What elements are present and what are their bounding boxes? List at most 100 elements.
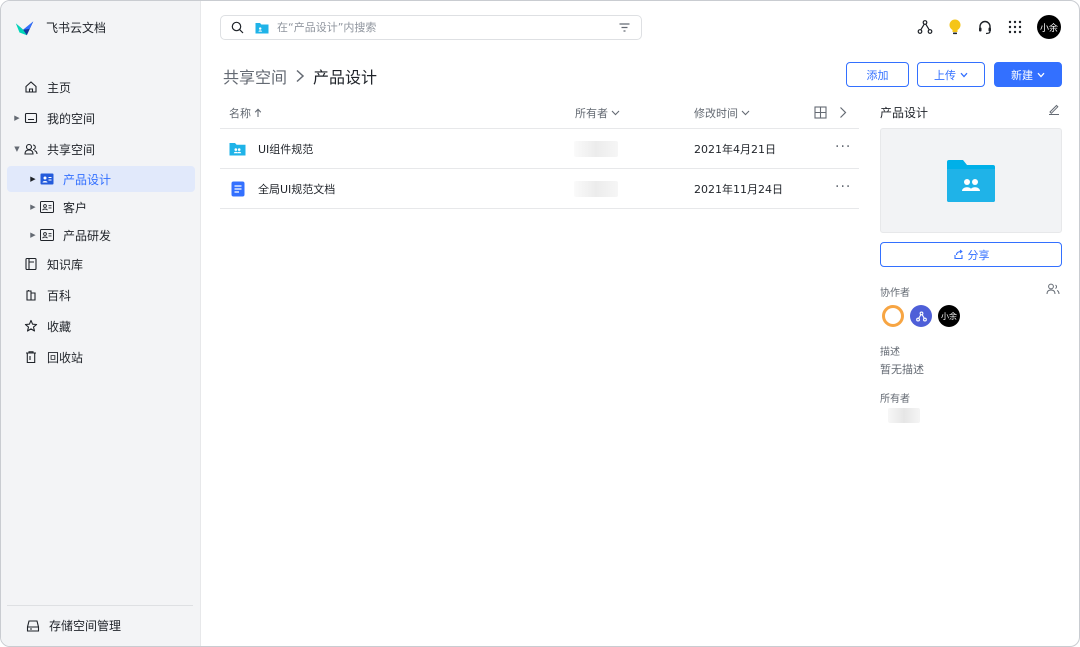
share-button[interactable]: 分享 <box>880 242 1062 267</box>
upload-button-label: 上传 <box>934 68 956 82</box>
avatar[interactable] <box>910 305 932 327</box>
app-window: 飞书云文档 主页 ▶ 我的空间 ▼ 共享空间 ▶ 产品设计 ▶ 客户 ▶ 产品研… <box>0 0 1080 647</box>
file-name[interactable]: UI组件规范 <box>258 141 313 157</box>
owner-avatar-blurred <box>574 140 618 157</box>
caret-right-icon[interactable]: ▶ <box>27 203 39 211</box>
caret-right-icon[interactable]: ▶ <box>11 114 23 122</box>
file-table: 名称 所有者 修改时间 UI组件规范 2021年4月21日 ··· 全局UI规范… <box>220 97 859 209</box>
shared-folder-icon <box>947 159 995 202</box>
shared-space-icon <box>23 141 39 157</box>
org-structure-icon[interactable] <box>915 15 935 39</box>
sidebar-item-label: 共享空间 <box>47 142 96 157</box>
feishu-logo-icon <box>15 21 34 36</box>
help-headset-icon[interactable] <box>975 15 995 39</box>
lightbulb-icon[interactable] <box>945 15 965 39</box>
chevron-right-icon[interactable] <box>839 106 847 119</box>
sidebar-item-label: 主页 <box>47 80 72 95</box>
brand[interactable]: 飞书云文档 <box>14 15 106 39</box>
sidebar-item-product-rnd[interactable]: ▶ 产品研发 <box>7 222 195 248</box>
description-label: 描述 <box>880 347 900 358</box>
grid-view-icon[interactable] <box>814 106 827 119</box>
sidebar-item-label: 客户 <box>63 200 88 215</box>
panel-title: 产品设计 <box>880 106 929 120</box>
sidebar-item-customers[interactable]: ▶ 客户 <box>7 194 195 220</box>
modified-date: 2021年4月21日 <box>694 142 776 156</box>
sidebar-item-label: 百科 <box>47 288 72 303</box>
sidebar-item-my-space[interactable]: ▶ 我的空间 <box>7 104 195 132</box>
description-value: 暂无描述 <box>880 363 924 376</box>
chevron-down-icon <box>1037 72 1045 78</box>
page-title: 产品设计 <box>313 68 378 87</box>
share-icon <box>953 249 963 260</box>
caret-right-icon[interactable]: ▶ <box>27 175 39 183</box>
sidebar-item-label: 收藏 <box>47 319 72 334</box>
sidebar-item-label: 产品设计 <box>63 172 112 187</box>
search-icon <box>231 21 244 34</box>
upload-button[interactable]: 上传 <box>917 62 985 87</box>
owner-cell <box>574 140 618 157</box>
sidebar: 飞书云文档 主页 ▶ 我的空间 ▼ 共享空间 ▶ 产品设计 ▶ 客户 ▶ 产品研… <box>1 1 201 646</box>
column-modified[interactable]: 修改时间 <box>694 105 750 121</box>
new-button[interactable]: 新建 <box>994 62 1062 87</box>
apps-grid-icon[interactable] <box>1005 15 1025 39</box>
sidebar-item-shared-space[interactable]: ▼ 共享空间 <box>7 135 195 163</box>
owner-label: 所有者 <box>880 394 910 405</box>
more-icon[interactable]: ··· <box>835 179 851 195</box>
filter-icon[interactable] <box>618 21 631 34</box>
collaborators-list: 小余 <box>882 305 966 327</box>
team-folder-icon <box>255 22 269 33</box>
column-name-label: 名称 <box>229 106 251 120</box>
manage-collaborators-icon[interactable] <box>1046 283 1060 295</box>
trash-icon <box>23 349 39 365</box>
sidebar-item-label: 知识库 <box>47 257 84 272</box>
sidebar-item-home[interactable]: 主页 <box>7 73 195 101</box>
search-bar[interactable] <box>220 15 642 40</box>
team-folder-icon <box>39 171 55 187</box>
column-modified-label: 修改时间 <box>694 106 738 120</box>
user-avatar[interactable]: 小余 <box>1037 15 1061 39</box>
avatar[interactable] <box>882 305 904 327</box>
add-button[interactable]: 添加 <box>846 62 909 87</box>
caret-down-icon[interactable]: ▼ <box>11 145 23 153</box>
file-name-cell: 全局UI规范文档 <box>231 181 335 197</box>
modified-date: 2021年11月24日 <box>694 182 783 196</box>
chevron-right-icon <box>295 69 305 83</box>
app-name: 飞书云文档 <box>46 20 107 35</box>
team-folder-icon <box>39 227 55 243</box>
home-icon <box>23 79 39 95</box>
share-button-label: 分享 <box>967 248 990 262</box>
storage-management[interactable]: 存储空间管理 <box>7 605 193 645</box>
column-owner[interactable]: 所有者 <box>575 105 620 121</box>
caret-right-icon[interactable]: ▶ <box>27 231 39 239</box>
chevron-down-icon <box>611 110 620 116</box>
chevron-down-icon <box>741 110 750 116</box>
table-row[interactable]: UI组件规范 2021年4月21日 ··· <box>220 129 859 169</box>
file-name[interactable]: 全局UI规范文档 <box>258 181 335 197</box>
column-name[interactable]: 名称 <box>229 105 262 121</box>
search-input[interactable] <box>277 21 597 34</box>
sidebar-item-wiki[interactable]: 知识库 <box>7 250 195 278</box>
table-header: 名称 所有者 修改时间 <box>220 97 859 129</box>
storage-label: 存储空间管理 <box>49 619 122 633</box>
sidebar-item-trash[interactable]: 回收站 <box>7 343 195 371</box>
star-icon <box>23 318 39 334</box>
sidebar-item-label: 产品研发 <box>63 228 112 243</box>
owner-avatar-blurred <box>574 180 618 197</box>
sidebar-item-encyclopedia[interactable]: 百科 <box>7 281 195 309</box>
chevron-down-icon <box>960 72 968 78</box>
sidebar-nav: 主页 ▶ 我的空间 ▼ 共享空间 ▶ 产品设计 ▶ 客户 ▶ 产品研发 知识库 … <box>1 73 201 374</box>
table-row[interactable]: 全局UI规范文档 2021年11月24日 ··· <box>220 169 859 209</box>
collaborators-label: 协作者 <box>880 288 910 299</box>
sidebar-item-product-design[interactable]: ▶ 产品设计 <box>7 166 195 192</box>
file-name-cell: UI组件规范 <box>229 141 313 157</box>
edit-pencil-icon[interactable] <box>1048 103 1060 115</box>
breadcrumb-parent[interactable]: 共享空间 <box>223 64 287 88</box>
sidebar-item-label: 我的空间 <box>47 111 96 126</box>
more-icon[interactable]: ··· <box>835 139 851 155</box>
sidebar-item-favorites[interactable]: 收藏 <box>7 312 195 340</box>
owner-cell <box>574 180 618 197</box>
top-toolbar: 小余 <box>905 15 1061 39</box>
breadcrumb: 共享空间 产品设计 <box>223 64 377 88</box>
avatar[interactable]: 小余 <box>938 305 960 327</box>
encyclopedia-icon <box>23 287 39 303</box>
